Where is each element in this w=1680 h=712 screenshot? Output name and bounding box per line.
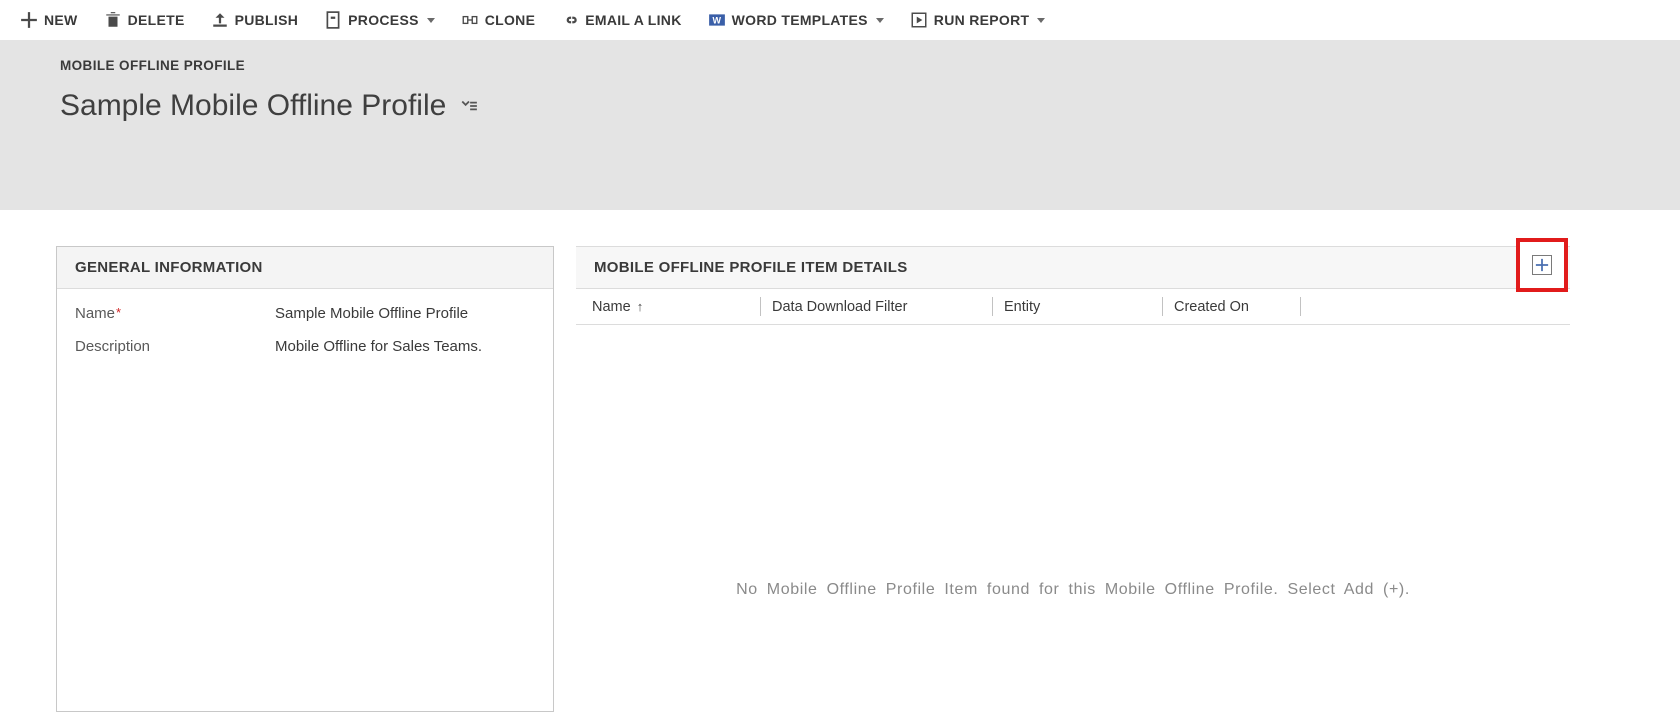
process-button[interactable]: PROCESS <box>324 11 435 29</box>
description-field-row: Description Mobile Offline for Sales Tea… <box>57 322 553 425</box>
record-menu-icon[interactable] <box>460 97 478 115</box>
name-field-row: Name* Sample Mobile Offline Profile <box>57 289 553 322</box>
name-field-label: Name* <box>75 305 275 322</box>
email-link-label: EMAIL A LINK <box>585 12 681 28</box>
word-templates-label: WORD TEMPLATES <box>732 12 868 28</box>
chevron-down-icon <box>427 18 435 23</box>
new-button[interactable]: NEW <box>20 11 78 29</box>
clone-button[interactable]: CLONE <box>461 11 536 29</box>
publish-label: PUBLISH <box>235 12 299 28</box>
grid-header: Name ↑ Data Download Filter Entity Creat… <box>576 289 1570 325</box>
name-field-value[interactable]: Sample Mobile Offline Profile <box>275 305 468 322</box>
details-section-title: MOBILE OFFLINE PROFILE ITEM DETAILS <box>576 246 1570 289</box>
description-field-value[interactable]: Mobile Offline for Sales Teams. <box>275 338 482 355</box>
process-icon <box>324 11 342 29</box>
plus-icon <box>1532 255 1552 275</box>
chevron-down-icon <box>1037 18 1045 23</box>
report-icon <box>910 11 928 29</box>
chevron-down-icon <box>876 18 884 23</box>
sort-ascending-icon: ↑ <box>637 299 644 314</box>
link-icon <box>561 11 579 29</box>
description-field-label: Description <box>75 338 275 355</box>
profile-item-details-panel: MOBILE OFFLINE PROFILE ITEM DETAILS Name… <box>576 246 1570 712</box>
form-body: GENERAL INFORMATION Name* Sample Mobile … <box>34 210 1680 712</box>
required-star-icon: * <box>116 305 121 320</box>
column-header-created-on[interactable]: Created On <box>1162 289 1300 324</box>
plus-icon <box>20 11 38 29</box>
trash-icon <box>104 11 122 29</box>
delete-button[interactable]: DELETE <box>104 11 185 29</box>
entity-label: MOBILE OFFLINE PROFILE <box>60 58 1680 73</box>
record-header: MOBILE OFFLINE PROFILE Sample Mobile Off… <box>0 40 1680 210</box>
record-title: Sample Mobile Offline Profile <box>60 89 446 123</box>
command-bar: NEW DELETE PUBLISH PROCESS CLONE EMAIL A… <box>0 0 1680 40</box>
general-section-title: GENERAL INFORMATION <box>57 247 553 289</box>
process-label: PROCESS <box>348 12 419 28</box>
grid-empty-message: No Mobile Offline Profile Item found for… <box>576 581 1570 599</box>
word-templates-button[interactable]: W WORD TEMPLATES <box>708 11 884 29</box>
column-header-name[interactable]: Name ↑ <box>592 289 760 324</box>
clone-icon <box>461 11 479 29</box>
publish-button[interactable]: PUBLISH <box>211 11 299 29</box>
delete-label: DELETE <box>128 12 185 28</box>
column-header-spacer <box>1300 289 1570 324</box>
publish-icon <box>211 11 229 29</box>
column-header-entity[interactable]: Entity <box>992 289 1162 324</box>
svg-text:W: W <box>712 15 721 25</box>
clone-label: CLONE <box>485 12 536 28</box>
run-report-button[interactable]: RUN REPORT <box>910 11 1046 29</box>
email-link-button[interactable]: EMAIL A LINK <box>561 11 681 29</box>
column-header-filter[interactable]: Data Download Filter <box>760 289 992 324</box>
run-report-label: RUN REPORT <box>934 12 1030 28</box>
word-icon: W <box>708 11 726 29</box>
general-information-panel: GENERAL INFORMATION Name* Sample Mobile … <box>56 246 554 712</box>
add-profile-item-button[interactable] <box>1516 238 1568 292</box>
new-label: NEW <box>44 12 78 28</box>
